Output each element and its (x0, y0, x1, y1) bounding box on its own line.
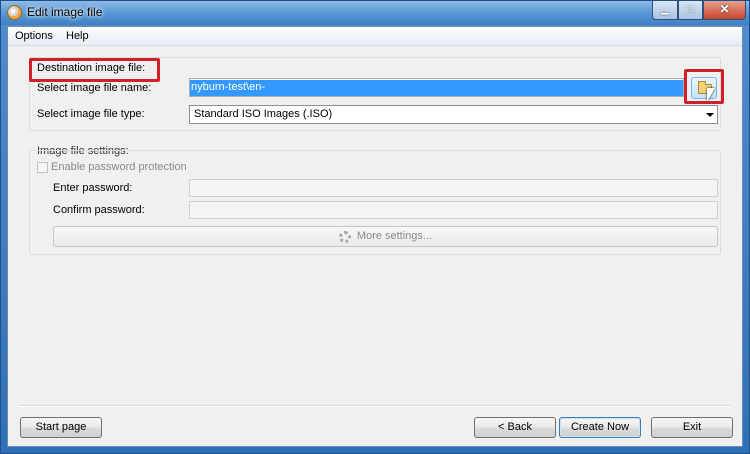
enter-password-field[interactable] (189, 179, 718, 197)
file-type-value: Standard ISO Images (.ISO) (194, 108, 333, 120)
file-name-input[interactable]: nyburn-test\en-us_windows_11_consumer_ed… (189, 78, 684, 97)
minimize-icon: ▁ (661, 4, 669, 15)
footer-separator (19, 405, 731, 407)
exit-button[interactable]: Exit (651, 417, 733, 438)
more-settings-label: More settings... (356, 230, 433, 242)
menu-bar: Options Help (8, 27, 742, 46)
confirm-password-label: Confirm password: (53, 204, 145, 216)
back-button[interactable]: < Back (474, 417, 556, 438)
maximize-button[interactable]: □ (678, 1, 703, 20)
annotation-highlight-browse (684, 69, 724, 104)
dialog-client-area: Options Help Destination image file: Sel… (7, 26, 743, 447)
gear-icon (338, 230, 351, 243)
app-icon (7, 5, 22, 20)
file-name-value: nyburn-test\en-us_windows_11_consumer_ed… (190, 80, 683, 96)
start-page-button[interactable]: Start page (20, 417, 102, 438)
file-type-select[interactable]: Standard ISO Images (.ISO) (189, 105, 718, 124)
annotation-highlight-destination (29, 58, 160, 82)
more-settings-button[interactable]: More settings... (53, 226, 718, 247)
menu-help[interactable]: Help (66, 30, 89, 42)
maximize-icon: □ (687, 4, 694, 15)
close-icon: ✕ (719, 2, 730, 16)
confirm-password-field[interactable] (189, 201, 718, 219)
menu-options[interactable]: Options (15, 30, 53, 42)
password-protection-label: Enable password protection (51, 161, 187, 173)
password-protection-checkbox[interactable] (37, 162, 48, 173)
app-window: Edit image file ▁ □ ✕ Options Help Desti… (0, 0, 750, 454)
create-now-button[interactable]: Create Now (559, 417, 641, 438)
window-title: Edit image file (27, 5, 103, 19)
mouse-cursor-icon (707, 88, 715, 102)
minimize-button[interactable]: ▁ (652, 1, 678, 20)
close-button[interactable]: ✕ (703, 1, 746, 20)
title-bar[interactable]: Edit image file ▁ □ ✕ (1, 1, 749, 25)
file-name-label: Select image file name: (37, 82, 152, 94)
file-type-label: Select image file type: (37, 108, 145, 120)
enter-password-label: Enter password: (53, 182, 133, 194)
chevron-down-icon (706, 113, 714, 117)
